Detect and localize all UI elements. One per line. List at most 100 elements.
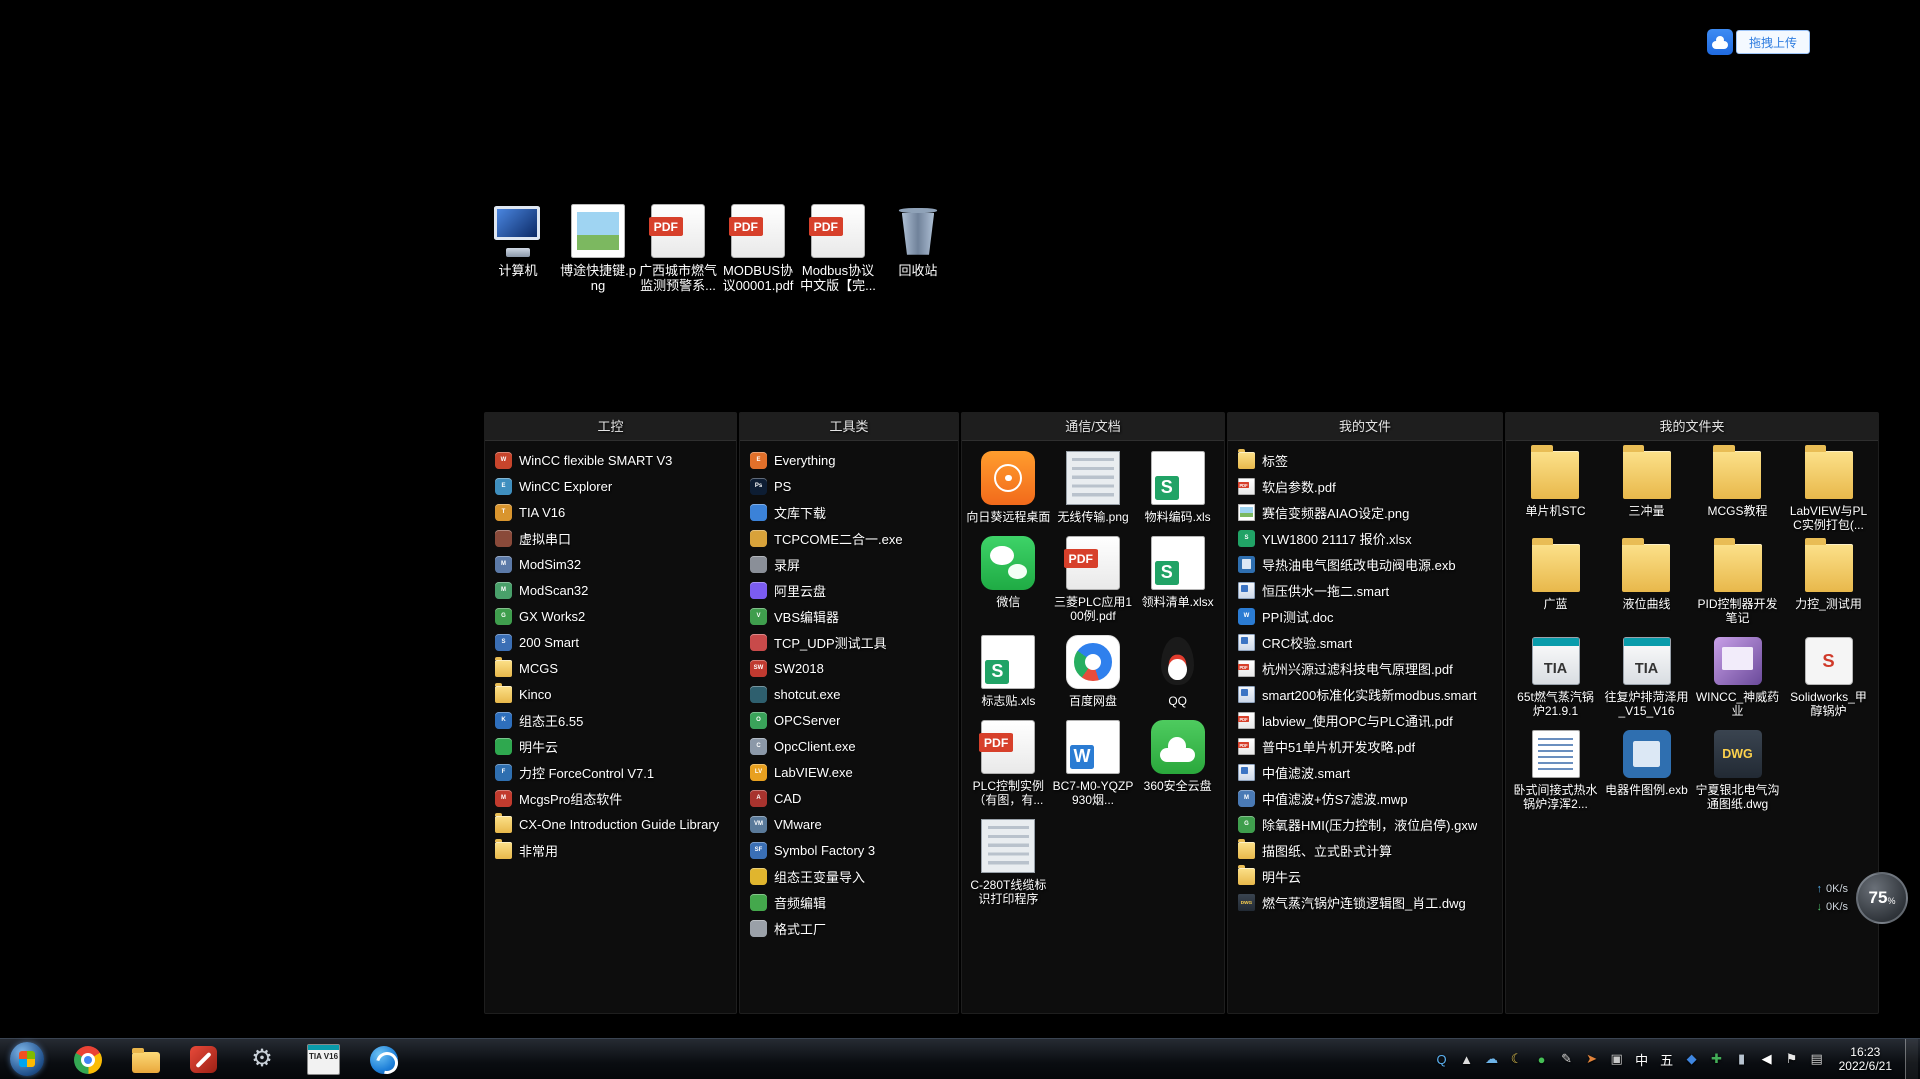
fence-title[interactable]: 我的文件 [1228,413,1502,441]
fence-title[interactable]: 工控 [485,413,736,441]
memory-usage-ball[interactable]: 75 % [1856,872,1908,924]
fence-item[interactable]: VMware [740,811,958,837]
fence-item[interactable]: 物料编码.xls [1145,451,1211,524]
desktop-icon[interactable]: Modbus协议中文版【完... [798,204,878,293]
show-desktop-button[interactable] [1905,1039,1918,1079]
tia-portal[interactable] [307,1044,340,1075]
ime-mode-icon[interactable]: 五 [1658,1050,1676,1068]
desktop-icon[interactable]: 回收站 [878,204,958,293]
fence-item[interactable]: 向日葵远程桌面 [966,451,1050,524]
fence-item[interactable]: WinCC Explorer [485,473,736,499]
fence-item[interactable]: TCP_UDP测试工具 [740,629,958,655]
usb-device-icon[interactable]: ▮ [1733,1050,1751,1068]
fence-item[interactable]: labview_使用OPC与PLC通讯.pdf [1228,707,1502,733]
status-dot-icon[interactable]: ● [1533,1050,1551,1068]
fence-item[interactable]: 单片机STC [1525,451,1585,532]
fence-item[interactable]: 中值滤波.smart [1228,759,1502,785]
desktop-icon[interactable]: 计算机 [478,204,558,293]
fence-item[interactable]: 百度网盘 [1066,635,1120,708]
fence-item[interactable]: 力控_测试用 [1795,544,1862,625]
desktop-icon[interactable]: 博途快捷键.png [558,204,638,293]
fence-item[interactable]: 标志贴.xls [981,635,1035,708]
fence-item[interactable]: 格式工厂 [740,915,958,941]
fence-item[interactable]: GX Works2 [485,603,736,629]
fence-item[interactable]: shotcut.exe [740,681,958,707]
fence-item[interactable]: PPI测试.doc [1228,603,1502,629]
fence-item[interactable]: 微信 [981,536,1035,623]
search-icon[interactable]: Q [1433,1050,1451,1068]
volume-icon[interactable]: ◀ [1758,1050,1776,1068]
fence-item[interactable]: WinCC flexible SMART V3 [485,447,736,473]
fence-item[interactable]: 中值滤波+仿S7滤波.mwp [1228,785,1502,811]
fence-item[interactable]: 组态王6.55 [485,707,736,733]
fence-item[interactable]: 恒压供水一拖二.smart [1228,577,1502,603]
ime-language-icon[interactable]: 中 [1633,1050,1651,1068]
fence-item[interactable]: 明牛云 [485,733,736,759]
desktop-icon[interactable]: MODBUS协议00001.pdf [718,204,798,293]
fence-item[interactable]: YLW1800 21117 报价.xlsx [1228,525,1502,551]
input-flag-icon[interactable]: ⚑ [1783,1050,1801,1068]
fence-item[interactable]: CRC校验.smart [1228,629,1502,655]
fence-item[interactable]: 广蓝 [1532,544,1580,625]
start-button[interactable] [10,1042,44,1076]
drag-upload-button[interactable]: 拖拽上传 [1736,30,1810,54]
fence-item[interactable]: ModSim32 [485,551,736,577]
fence-item[interactable]: 宁夏银北电气沟通图纸.dwg [1696,730,1780,811]
fence-item[interactable]: 软启参数.pdf [1228,473,1502,499]
fence-item[interactable]: 200 Smart [485,629,736,655]
settings[interactable]: ⚙ [247,1044,277,1074]
fence-item[interactable]: smart200标准化实践新modbus.smart [1228,681,1502,707]
fence-item[interactable]: SW2018 [740,655,958,681]
night-light-icon[interactable]: ☾ [1508,1050,1526,1068]
taskbar-clock[interactable]: 16:23 2022/6/21 [1839,1045,1892,1073]
fence-item[interactable]: 燃气蒸汽锅炉连锁逻辑图_肖工.dwg [1228,889,1502,915]
fence-item[interactable]: Kinco [485,681,736,707]
fence-item[interactable]: 组态王变量导入 [740,863,958,889]
fence-item[interactable]: C-280T线缆标识打印程序 [966,819,1050,906]
fence-title[interactable]: 工具类 [740,413,958,441]
fence-item[interactable]: McgsPro组态软件 [485,785,736,811]
fence-item[interactable]: LabVIEW.exe [740,759,958,785]
file-explorer[interactable] [132,1052,160,1073]
fence-item[interactable]: 普中51单片机开发攻略.pdf [1228,733,1502,759]
fence-title[interactable]: 通信/文档 [962,413,1224,441]
desktop-icon[interactable]: 广西城市燃气监测预警系... [638,204,718,293]
fence-item[interactable]: LabVIEW与PLC实例打包(... [1787,451,1871,532]
fence-item[interactable]: MCGS [485,655,736,681]
screen-pen-icon[interactable]: ✎ [1558,1050,1576,1068]
fence-item[interactable]: 力控 ForceControl V7.1 [485,759,736,785]
fence-item[interactable]: 非常用 [485,837,736,863]
screenshot-tool[interactable] [190,1046,217,1073]
fence-item[interactable]: Symbol Factory 3 [740,837,958,863]
touch-keyboard-icon[interactable]: ▤ [1808,1050,1826,1068]
fence-item[interactable]: 阿里云盘 [740,577,958,603]
fence-item[interactable]: 标签 [1228,447,1502,473]
fence-item[interactable]: CX-One Introduction Guide Library [485,811,736,837]
fence-item[interactable]: BC7-M0-YQZP930烟... [1051,720,1135,807]
fence-item[interactable]: OPCServer [740,707,958,733]
fence-item[interactable]: MCGS教程 [1707,451,1767,532]
fence-item[interactable]: 音频编辑 [740,889,958,915]
fence-item[interactable]: PID控制器开发笔记 [1696,544,1780,625]
fence-item[interactable]: 360安全云盘 [1144,720,1212,807]
fence-item[interactable]: 三菱PLC应用100例.pdf [1051,536,1135,623]
fence-item[interactable]: 明牛云 [1228,863,1502,889]
fence-item[interactable]: 描图纸、立式卧式计算 [1228,837,1502,863]
fence-title[interactable]: 我的文件夹 [1506,413,1878,441]
fence-item[interactable]: 卧式间接式热水锅炉淳浑2... [1514,730,1598,811]
fence-item[interactable]: 三冲量 [1623,451,1671,532]
show-hidden-icons-arrow[interactable]: ▲ [1458,1050,1476,1068]
fence-item[interactable]: OpcClient.exe [740,733,958,759]
fence-item[interactable]: 往复炉排菏泽用_V15_V16 [1605,637,1689,718]
fence-item[interactable]: 电器件图例.exb [1605,730,1688,811]
fence-item[interactable]: 杭州兴源过滤科技电气原理图.pdf [1228,655,1502,681]
fence-item[interactable]: ModScan32 [485,577,736,603]
fence-item[interactable]: QQ [1151,635,1205,708]
fence-item[interactable]: CAD [740,785,958,811]
display-icon[interactable]: ▣ [1608,1050,1626,1068]
fence-item[interactable]: WINCC_神威药业 [1696,637,1780,718]
fence-item[interactable]: TCPCOME二合一.exe [740,525,958,551]
fence-item[interactable]: 录屏 [740,551,958,577]
fence-item[interactable]: Everything [740,447,958,473]
fence-item[interactable]: 虚拟串口 [485,525,736,551]
